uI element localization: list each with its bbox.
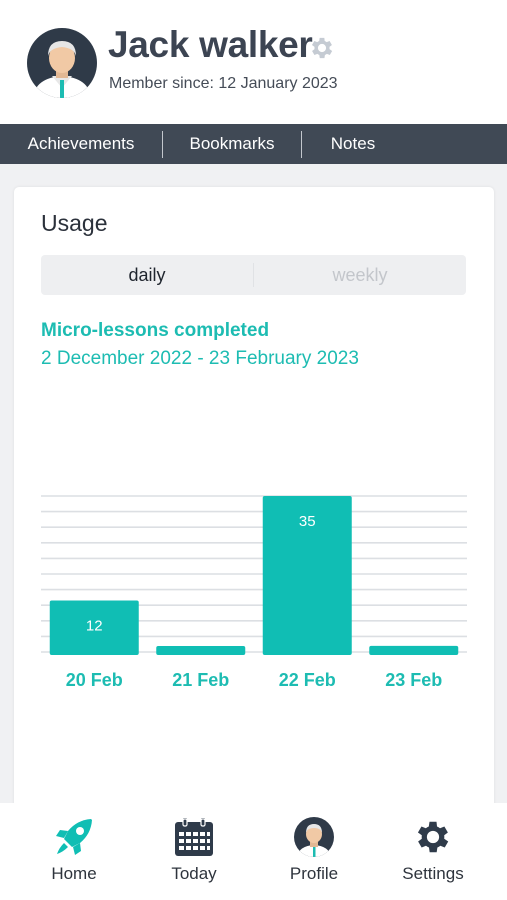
profile-tabbar: Achievements Bookmarks Notes	[0, 124, 507, 164]
nav-home-label: Home	[51, 864, 97, 883]
avatar[interactable]	[27, 28, 97, 98]
nav-profile-label: Profile	[289, 864, 339, 883]
calendar-icon	[175, 818, 213, 856]
tab-bookmarks[interactable]: Bookmarks	[163, 124, 301, 164]
usage-title: Usage	[41, 210, 108, 236]
gear-icon	[417, 821, 449, 853]
toggle-daily[interactable]: daily	[41, 255, 253, 295]
nav-profile[interactable]: Profile	[269, 803, 359, 900]
bar-21-feb[interactable]	[156, 646, 246, 655]
metric-title: Micro-lessons completed	[41, 320, 270, 341]
profile-header: Jack walker Member since: 12 January 202…	[0, 0, 507, 124]
member-since: Member since: 12 January 2023	[109, 75, 338, 92]
nav-home[interactable]: Home	[29, 803, 119, 900]
nav-settings-label: Settings	[402, 864, 464, 883]
x-tick-label: 21 Feb	[172, 670, 229, 690]
nav-today[interactable]: Today	[149, 803, 239, 900]
date-range: 2 December 2022 - 23 February 2023	[41, 348, 359, 369]
nav-today-label: Today	[171, 864, 217, 883]
period-toggle: daily weekly	[41, 255, 466, 295]
avatar-icon	[294, 817, 334, 857]
x-tick-label: 20 Feb	[66, 670, 123, 690]
tab-achievements[interactable]: Achievements	[0, 124, 162, 164]
tab-notes[interactable]: Notes	[302, 124, 404, 164]
usage-bar-chart: 12 20 Feb 21 Feb 35 22 Feb 23 Feb	[41, 495, 467, 690]
bar-data-label: 35	[299, 513, 316, 530]
rocket-icon	[56, 819, 92, 855]
bar-23-feb[interactable]	[369, 645, 459, 655]
toggle-weekly[interactable]: weekly	[254, 255, 466, 295]
bottom-navigation: Home Today Profile Settings	[0, 803, 507, 900]
bar-data-label: 12	[86, 617, 103, 634]
x-tick-label: 22 Feb	[279, 670, 336, 690]
settings-gear-icon[interactable]	[308, 34, 336, 62]
user-name: Jack walker	[108, 24, 313, 65]
nav-settings[interactable]: Settings	[388, 803, 478, 900]
x-tick-label: 23 Feb	[385, 670, 442, 690]
